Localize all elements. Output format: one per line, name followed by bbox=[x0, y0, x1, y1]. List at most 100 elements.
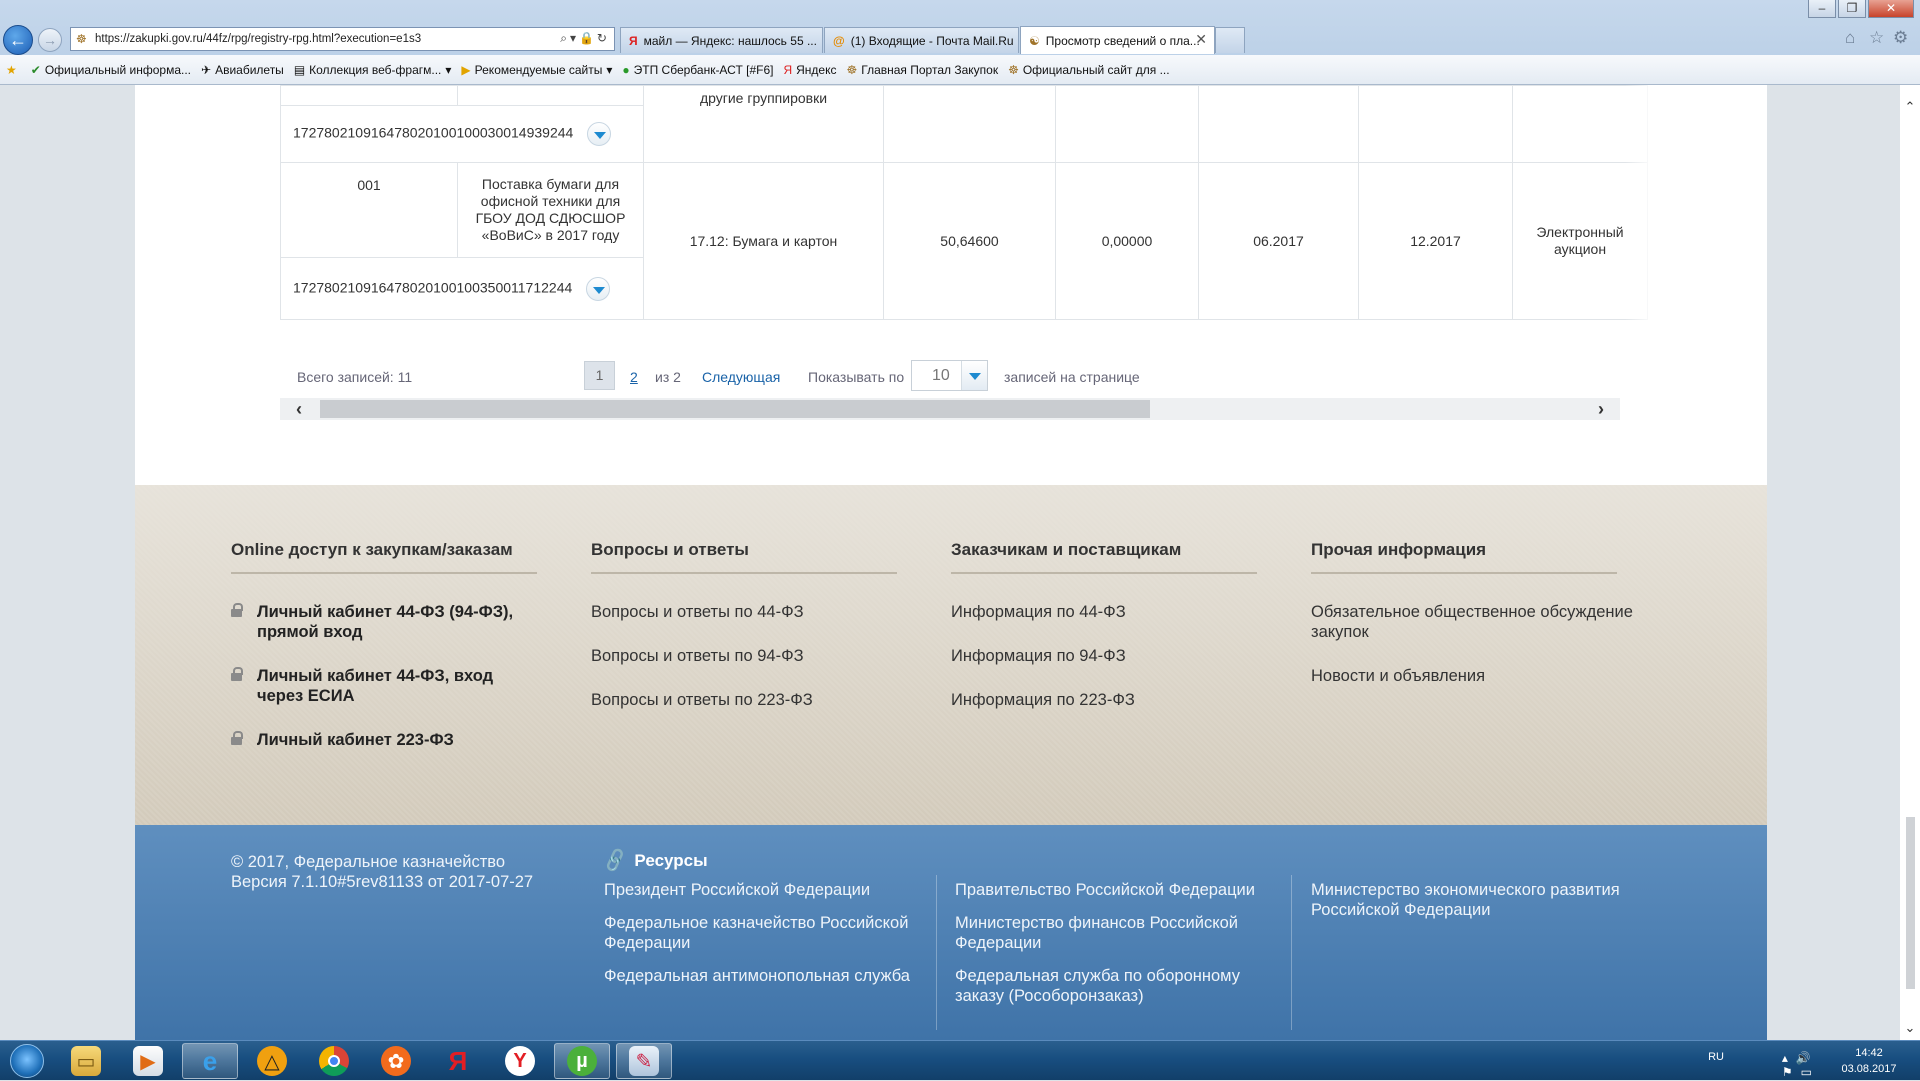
yandex-browser-icon: Y bbox=[505, 1046, 535, 1076]
news-link[interactable]: Новости и объявления bbox=[1311, 666, 1671, 686]
taskbar-aimp[interactable]: △ bbox=[244, 1043, 300, 1079]
favorite-link[interactable]: ☸ Главная Портал Закупок bbox=[846, 63, 998, 77]
minfin-link[interactable]: Министерство финансов Российской Федерац… bbox=[955, 913, 1265, 953]
favorites-star-icon[interactable]: ★ bbox=[6, 63, 21, 77]
tab-mail[interactable]: @ (1) Входящие - Почта Mail.Ru bbox=[824, 27, 1019, 53]
site-emblem-icon: ☸ bbox=[1008, 62, 1019, 77]
maximize-button[interactable]: ❐ bbox=[1838, 0, 1866, 18]
paint-icon: ✎ bbox=[629, 1046, 659, 1076]
info-44-link[interactable]: Информация по 44-ФЗ bbox=[951, 602, 1261, 622]
taskbar-media-player[interactable]: ▶ bbox=[120, 1043, 176, 1079]
favorite-link[interactable]: ● ЭТП Сбербанк-АСТ [#F6] bbox=[622, 63, 773, 77]
government-link[interactable]: Правительство Российской Федерации bbox=[955, 880, 1265, 900]
tab-label: (1) Входящие - Почта Mail.Ru bbox=[850, 33, 1014, 48]
taskbar-explorer[interactable]: ▭ bbox=[58, 1043, 114, 1079]
cabinet-223-link[interactable]: Личный кабинет 223-ФЗ bbox=[231, 730, 541, 750]
ie-icon: e bbox=[202, 1045, 218, 1076]
tab-label: майл — Яндекс: нашлось 55 ... bbox=[643, 33, 817, 48]
taskbar-app-reel[interactable]: ✿ bbox=[368, 1043, 424, 1079]
scrollbar-thumb[interactable] bbox=[1906, 817, 1915, 989]
taskbar-internet-explorer[interactable]: e bbox=[182, 1043, 238, 1079]
tray-icons[interactable]: ▴🔊⚑▭ bbox=[1782, 1051, 1820, 1079]
forward-button[interactable]: → bbox=[38, 28, 62, 52]
qa-223-link[interactable]: Вопросы и ответы по 223-ФЗ bbox=[591, 690, 901, 710]
qa-44-link[interactable]: Вопросы и ответы по 44-ФЗ bbox=[591, 602, 901, 622]
language-indicator[interactable]: RU bbox=[1708, 1051, 1724, 1063]
row-number-cell: 001 bbox=[280, 162, 458, 258]
qa-94-link[interactable]: Вопросы и ответы по 94-ФЗ bbox=[591, 646, 901, 666]
star-icon[interactable]: ☆ bbox=[1869, 28, 1884, 48]
page-of-label: из 2 bbox=[655, 369, 681, 385]
ikz-cell: 172780210916478020100100030014939244 bbox=[280, 105, 644, 163]
taskbar-yandex-browser[interactable]: Y bbox=[492, 1043, 548, 1079]
page-viewport: другие группировки 172780210916478020100… bbox=[0, 85, 1900, 1040]
home-icon[interactable]: ⌂ bbox=[1845, 28, 1855, 48]
info-94-link[interactable]: Информация по 94-ФЗ bbox=[951, 646, 1261, 666]
address-bar[interactable]: ☸ https://zakupki.gov.ru/44fz/rpg/regist… bbox=[70, 27, 615, 51]
lock-icon bbox=[231, 731, 243, 745]
scroll-left-icon[interactable]: ‹ bbox=[296, 398, 302, 420]
taskbar-utorrent[interactable]: µ bbox=[554, 1043, 610, 1079]
vertical-scrollbar[interactable]: ⌃ ⌄ bbox=[1900, 85, 1920, 1040]
favorite-link[interactable]: ✔ Официальный информа... bbox=[31, 63, 191, 77]
favorites-bar: ★ ✔ Официальный информа... ✈ Авиабилеты ▤ К… bbox=[0, 55, 1920, 85]
page-1-button[interactable]: 1 bbox=[584, 361, 615, 390]
favorite-link[interactable]: ☸ Официальный сайт для ... bbox=[1008, 63, 1170, 77]
horizontal-scrollbar[interactable]: ‹ › bbox=[280, 398, 1620, 420]
resources-heading: 🔗 Ресурсы bbox=[601, 846, 708, 874]
resources-col-2: Правительство Российской Федерации Минис… bbox=[955, 880, 1265, 1019]
footer-col-title: Online доступ к закупкам/заказам bbox=[231, 540, 537, 574]
address-tools[interactable]: ⌕▾🔒↻ bbox=[560, 31, 610, 46]
gear-icon[interactable]: ⚙ bbox=[1893, 28, 1908, 48]
scroll-up-icon[interactable]: ⌃ bbox=[1900, 99, 1920, 115]
clock[interactable]: 14:42 03.08.2017 bbox=[1834, 1045, 1904, 1077]
amount2-cell: 0,00000 bbox=[1055, 162, 1199, 320]
back-button[interactable]: ← bbox=[3, 25, 33, 55]
site-emblem-icon: ☸ bbox=[76, 32, 87, 46]
mineconomy-link[interactable]: Министерство экономического развития Рос… bbox=[1311, 880, 1651, 920]
start-button[interactable] bbox=[2, 1042, 52, 1080]
treasury-link[interactable]: Федеральное казначейство Российской Феде… bbox=[604, 913, 924, 953]
tab-zakupki[interactable]: ☯ Просмотр сведений о пла... ✕ bbox=[1020, 26, 1215, 54]
taskbar-yandex[interactable]: Я bbox=[430, 1043, 486, 1079]
footer-col-other: Прочая информация Обязательное обществен… bbox=[1311, 540, 1671, 710]
scroll-right-icon[interactable]: › bbox=[1598, 398, 1604, 420]
public-discussion-link[interactable]: Обязательное общественное обсуждение зак… bbox=[1311, 602, 1671, 642]
end-date-cell: 12.2017 bbox=[1358, 162, 1513, 320]
per-page-select[interactable]: 10 bbox=[911, 360, 988, 391]
tab-yandex[interactable]: Я майл — Яндекс: нашлось 55 ... bbox=[620, 27, 823, 53]
close-window-button[interactable]: ✕ bbox=[1868, 0, 1914, 18]
taskbar-paint[interactable]: ✎ bbox=[616, 1043, 672, 1079]
ikz-cell: 172780210916478020100100350011712244 bbox=[280, 257, 644, 320]
chevron-down-icon[interactable] bbox=[586, 276, 611, 301]
cabinet-44-direct-link[interactable]: Личный кабинет 44-ФЗ (94-ФЗ), прямой вхо… bbox=[231, 602, 541, 642]
antimonopoly-link[interactable]: Федеральная антимонопольная служба bbox=[604, 966, 924, 986]
favorite-link[interactable]: Я Яндекс bbox=[783, 63, 836, 77]
close-tab-icon[interactable]: ✕ bbox=[1195, 31, 1207, 48]
scroll-down-icon[interactable]: ⌄ bbox=[1900, 1020, 1920, 1036]
version-text: Версия 7.1.10#5rev81133 от 2017-07-27 bbox=[231, 873, 534, 891]
scrollbar-thumb[interactable] bbox=[320, 400, 1150, 418]
taskbar-chrome[interactable] bbox=[306, 1043, 362, 1079]
footer-col-qa: Вопросы и ответы Вопросы и ответы по 44-… bbox=[591, 540, 901, 734]
footer-col-customers: Заказчикам и поставщикам Информация по 4… bbox=[951, 540, 1261, 734]
records-per-page-label: записей на странице bbox=[1004, 369, 1140, 385]
chevron-down-icon: ▾ bbox=[606, 62, 613, 77]
page-2-link[interactable]: 2 bbox=[630, 369, 638, 385]
favorite-link[interactable]: ▤ Коллекция веб-фрагм... ▾ bbox=[294, 63, 452, 77]
president-link[interactable]: Президент Российской Федерации bbox=[604, 880, 924, 900]
info-223-link[interactable]: Информация по 223-ФЗ bbox=[951, 690, 1261, 710]
minimize-button[interactable]: – bbox=[1808, 0, 1836, 18]
favorite-link[interactable]: ✈ Авиабилеты bbox=[201, 63, 284, 77]
table-row: другие группировки bbox=[280, 85, 1648, 163]
next-page-link[interactable]: Следующая bbox=[702, 369, 780, 385]
amount-cell: 50,64600 bbox=[883, 162, 1056, 320]
defense-order-link[interactable]: Федеральная служба по оборонному заказу … bbox=[955, 966, 1265, 1006]
new-tab-button[interactable] bbox=[1215, 27, 1245, 53]
yandex-icon: Я bbox=[629, 33, 638, 48]
favorite-link[interactable]: ▶ Рекомендуемые сайты ▾ bbox=[461, 63, 612, 77]
chevron-down-icon[interactable] bbox=[587, 122, 612, 146]
table-row: 001 Поставка бумаги для офисной техники … bbox=[280, 162, 1648, 320]
plan-registry-table: другие группировки 172780210916478020100… bbox=[280, 85, 1648, 320]
cabinet-44-esia-link[interactable]: Личный кабинет 44-ФЗ, вход через ЕСИА bbox=[231, 666, 541, 706]
